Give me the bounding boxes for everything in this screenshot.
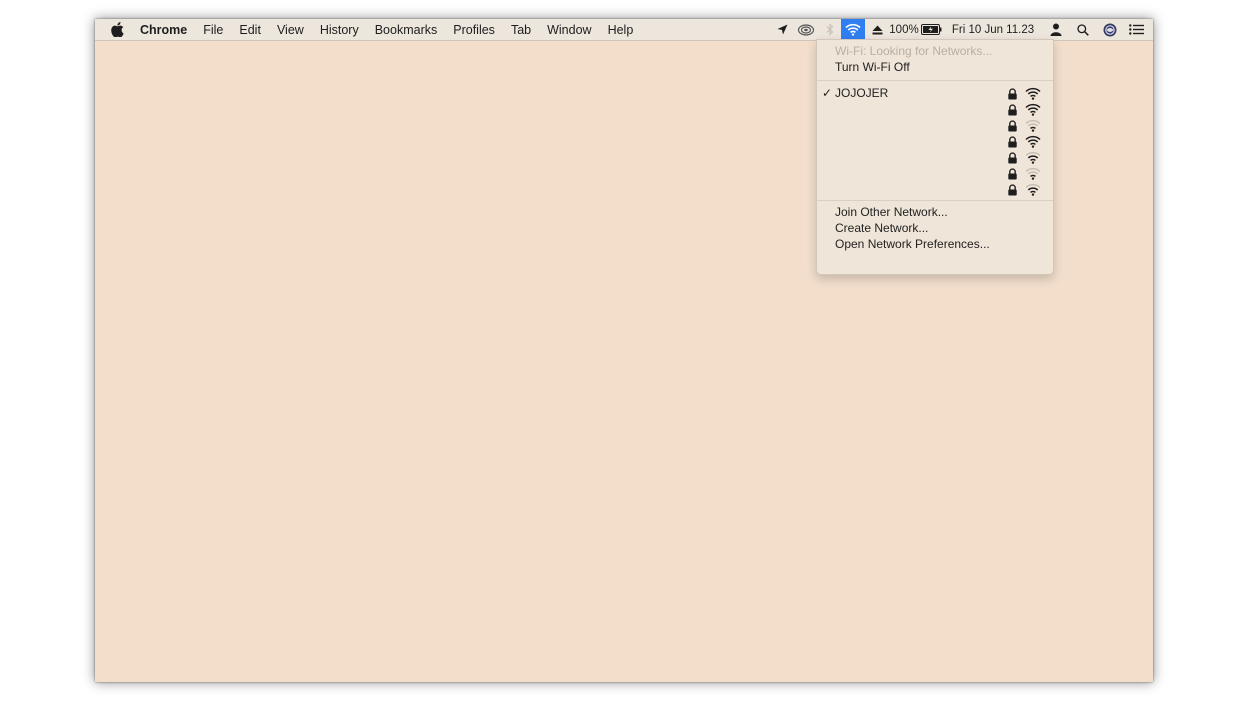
create-network-item[interactable]: Create Network... <box>835 221 928 235</box>
menu-history[interactable]: History <box>320 23 359 37</box>
apple-icon[interactable] <box>111 22 127 38</box>
app-menu-chrome[interactable]: Chrome <box>140 23 187 37</box>
wifi-signal-icon <box>1025 135 1041 148</box>
battery-percent: 100% <box>889 23 919 36</box>
join-other-network-item[interactable]: Join Other Network... <box>835 205 948 219</box>
menu-window[interactable]: Window <box>547 23 591 37</box>
network-item[interactable] <box>817 118 1053 134</box>
lock-icon <box>1008 136 1017 148</box>
cloud-sync-icon[interactable] <box>793 19 819 40</box>
wifi-signal-icon <box>1025 103 1041 116</box>
status-area: 100% Fri 10 Jun 11.23 <box>771 19 1153 40</box>
network-item[interactable] <box>817 182 1053 198</box>
menu-edit[interactable]: Edit <box>239 23 261 37</box>
menu-separator <box>817 200 1053 201</box>
battery-icon[interactable] <box>919 19 943 40</box>
network-item[interactable] <box>817 150 1053 166</box>
menu-profiles[interactable]: Profiles <box>453 23 495 37</box>
eject-icon[interactable] <box>865 19 889 40</box>
wifi-status-text: Wi-Fi: Looking for Networks... <box>835 44 993 58</box>
siri-icon[interactable] <box>1097 19 1123 40</box>
bluetooth-icon[interactable] <box>819 19 841 40</box>
wifi-dropdown-menu: Wi-Fi: Looking for Networks... Turn Wi-F… <box>816 39 1054 275</box>
wifi-signal-icon <box>1025 87 1041 100</box>
wifi-signal-icon <box>1025 151 1041 164</box>
lock-icon <box>1008 184 1017 196</box>
menu-help[interactable]: Help <box>608 23 634 37</box>
checkmark-icon: ✓ <box>822 86 833 100</box>
network-name: JOJOJER <box>835 86 889 100</box>
network-item[interactable] <box>817 102 1053 118</box>
wifi-icon[interactable] <box>841 19 865 40</box>
user-icon[interactable] <box>1043 19 1069 40</box>
turn-wifi-off-item[interactable]: Turn Wi-Fi Off <box>835 60 910 74</box>
clock[interactable]: Fri 10 Jun 11.23 <box>943 19 1043 40</box>
lock-icon <box>1008 104 1017 116</box>
search-icon[interactable] <box>1069 19 1097 40</box>
menu-separator <box>817 80 1053 81</box>
wifi-signal-icon <box>1025 119 1041 132</box>
location-arrow-icon[interactable] <box>771 19 793 40</box>
wifi-signal-icon <box>1025 183 1041 196</box>
open-network-preferences-item[interactable]: Open Network Preferences... <box>835 237 990 251</box>
lock-icon <box>1008 152 1017 164</box>
network-item[interactable] <box>817 166 1053 182</box>
lock-icon <box>1008 120 1017 132</box>
wifi-signal-icon <box>1025 167 1041 180</box>
desktop-screen: Chrome File Edit View History Bookmarks … <box>95 19 1153 682</box>
network-item[interactable] <box>817 134 1053 150</box>
menu-view[interactable]: View <box>277 23 304 37</box>
network-item-jojojer[interactable]: ✓ JOJOJER <box>817 86 1053 102</box>
lock-icon <box>1008 88 1017 100</box>
menu-tab[interactable]: Tab <box>511 23 531 37</box>
menu-file[interactable]: File <box>203 23 223 37</box>
menu-bookmarks[interactable]: Bookmarks <box>375 23 438 37</box>
lock-icon <box>1008 168 1017 180</box>
notification-center-icon[interactable] <box>1123 19 1149 40</box>
menu-bar: Chrome File Edit View History Bookmarks … <box>95 19 1153 41</box>
